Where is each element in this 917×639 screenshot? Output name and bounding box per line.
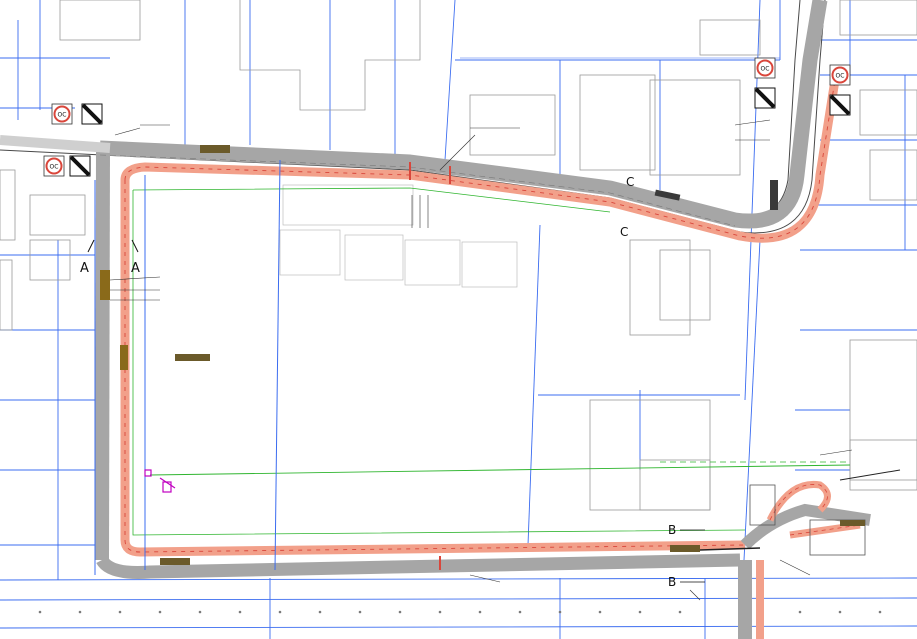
traffic-sign-1: OC xyxy=(51,103,73,125)
section-marker-b-top: B xyxy=(668,523,676,537)
parcel-lines xyxy=(0,0,917,639)
end-restriction-sign-1 xyxy=(81,103,103,125)
section-marker-a-left: A xyxy=(80,261,89,276)
magenta-marks xyxy=(144,469,176,493)
traffic-sign-3: OC xyxy=(754,57,776,79)
end-restriction-sign-4 xyxy=(829,94,851,116)
end-restriction-sign-2 xyxy=(69,155,91,177)
site-plan-drawing: OC OC OC OC A A B B C C xyxy=(0,0,917,639)
traffic-sign-2: OC xyxy=(43,155,65,177)
section-marker-b-bottom: B xyxy=(668,575,676,589)
traffic-sign-4: OC xyxy=(829,64,851,86)
sign-2-text: OC xyxy=(50,164,59,171)
end-restriction-sign-3 xyxy=(754,87,776,109)
section-marker-a-right: A xyxy=(131,261,140,276)
section-marker-c-bottom: C xyxy=(620,225,628,239)
section-marker-c-top: C xyxy=(626,175,634,189)
bottom-dotted-row xyxy=(38,610,882,614)
site-plan-map: OC OC OC OC A A B B C C xyxy=(0,0,917,639)
sign-4-text: OC xyxy=(836,73,845,80)
callout-leaders xyxy=(109,119,853,601)
building-outlines xyxy=(0,0,917,511)
sign-3-text: OC xyxy=(761,66,770,73)
field-grid xyxy=(279,184,518,288)
sign-1-text: OC xyxy=(58,112,67,119)
